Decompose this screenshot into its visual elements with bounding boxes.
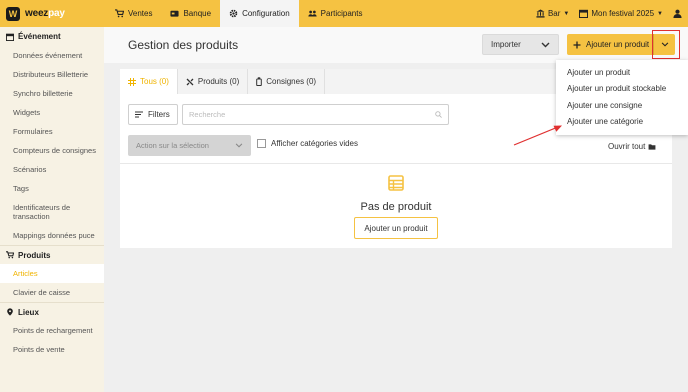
page-title: Gestion des produits [128,38,239,52]
tab-consignes[interactable]: Consignes (0) [248,69,326,94]
bank-icon [536,9,545,18]
nav-participants-label: Participants [320,9,363,18]
nav-configuration-label: Configuration [242,9,290,18]
sidebar: Événement Données événement Distributeur… [0,27,104,392]
sidebar-item-points-vente[interactable]: Points de vente [0,340,104,359]
filters-button[interactable]: Filters [128,104,178,125]
people-icon [308,10,317,17]
empty-add-product-button[interactable]: Ajouter un produit [354,217,438,239]
caret-down-icon: ▼ [563,10,570,17]
tab-tous[interactable]: Tous (0) [120,69,178,94]
gear-icon [229,9,238,18]
sidebar-item-scenarios[interactable]: Scénarios [0,160,104,179]
search-placeholder: Recherche [189,110,226,119]
sidebar-item-widgets[interactable]: Widgets [0,103,104,122]
sidebar-group-label: Produits [18,250,51,260]
show-empty-categories-label: Afficher catégories vides [271,139,359,148]
menu-item-add-deposit[interactable]: Ajouter une consigne [556,97,688,114]
logo-mark: W [6,6,20,21]
add-product-label: Ajouter un produit [586,40,650,49]
top-right-controls: Bar ▼ Mon festival 2025 ▼ [536,0,682,27]
sidebar-item-mappings-donnees-puce[interactable]: Mappings données puce [0,226,104,245]
event-selector[interactable]: Mon festival 2025 ▼ [579,9,663,18]
annotation-highlight-box [652,30,680,59]
tab-consignes-label: Consignes (0) [266,77,317,86]
import-label: Importer [491,40,521,49]
tools-icon [186,78,194,85]
sidebar-item-points-rechargement[interactable]: Points de rechargement [0,321,104,340]
top-bar: W weezpay Ventes Banque Configuration Pa… [0,0,688,27]
bulk-action-select[interactable]: Action sur la sélection [128,135,251,156]
calendar-icon [579,9,589,18]
table-list-icon [388,175,404,191]
plus-icon [573,41,581,48]
sidebar-item-formulaires[interactable]: Formulaires [0,122,104,141]
sidebar-item-clavier-caisse[interactable]: Clavier de caisse [0,283,104,302]
cart-icon [6,251,14,259]
weezpay-logo[interactable]: W weezpay [6,6,65,21]
map-marker-icon [7,308,13,316]
logo-text-part1: weez [25,8,49,19]
venue-selector[interactable]: Bar ▼ [536,9,569,18]
sidebar-group-produits: Produits [0,245,104,264]
user-menu[interactable] [673,9,682,18]
menu-item-add-product[interactable]: Ajouter un produit [556,64,688,81]
main-nav: Ventes Banque Configuration Participants [106,0,371,27]
search-icon [435,111,442,118]
event-label: Mon festival 2025 [591,9,655,18]
sidebar-group-label: Événement [18,32,61,41]
sidebar-item-articles[interactable]: Articles [0,264,104,283]
empty-state-title: Pas de produit [360,201,432,213]
folder-open-icon [648,143,656,150]
chevron-down-icon [235,143,243,148]
add-product-dropdown-menu: Ajouter un produit Ajouter un produit st… [556,60,688,135]
sidebar-item-distributeurs-billetterie[interactable]: Distributeurs Billetterie [0,65,104,84]
logo-text-part2: pay [48,8,65,19]
venue-label: Bar [547,9,561,18]
chevron-down-icon [541,42,550,47]
sidebar-item-donnees-evenement[interactable]: Données événement [0,46,104,65]
tab-produits[interactable]: Produits (0) [178,69,249,94]
nav-participants[interactable]: Participants [299,0,372,27]
cart-icon [115,9,124,18]
menu-item-add-category[interactable]: Ajouter une catégorie [556,114,688,131]
calendar-icon [6,33,14,41]
nav-ventes-label: Ventes [128,9,153,18]
tab-produits-label: Produits (0) [197,77,240,86]
caret-down-icon: ▼ [657,10,663,17]
sidebar-group-evenement: Événement [0,27,104,46]
sidebar-group-label: Lieux [18,307,39,317]
page-header: Gestion des produits Importer Ajouter un… [104,27,688,63]
open-all-button[interactable]: Ouvrir tout [608,142,656,151]
nav-ventes[interactable]: Ventes [106,0,161,27]
show-empty-categories-toggle: Afficher catégories vides [257,139,358,148]
show-empty-categories-checkbox[interactable] [257,139,266,148]
add-product-button[interactable]: Ajouter un produit [567,34,653,55]
user-icon [673,9,682,18]
sidebar-item-tags[interactable]: Tags [0,179,104,198]
bulk-action-label: Action sur la sélection [136,141,209,150]
bottle-icon [256,77,263,86]
filters-label: Filters [148,110,170,119]
sidebar-group-lieux: Lieux [0,302,104,321]
nav-banque[interactable]: Banque [161,0,220,27]
sidebar-item-compteurs-consignes[interactable]: Compteurs de consignes [0,141,104,160]
filter-lines-icon [135,111,143,118]
tab-tous-label: Tous (0) [140,77,169,86]
menu-item-add-stock-product[interactable]: Ajouter un produit stockable [556,81,688,98]
search-input[interactable]: Recherche [182,104,449,125]
sidebar-item-identificateurs-transaction[interactable]: Identificateurs de transaction [0,198,104,226]
nav-configuration[interactable]: Configuration [220,0,299,27]
bank-card-icon [170,10,180,17]
nav-banque-label: Banque [183,9,212,18]
open-all-label: Ouvrir tout [608,142,646,151]
sidebar-item-synchro-billetterie[interactable]: Synchro billetterie [0,84,104,103]
import-button[interactable]: Importer [482,34,559,55]
divider [120,163,672,164]
grid-icon [128,77,136,86]
